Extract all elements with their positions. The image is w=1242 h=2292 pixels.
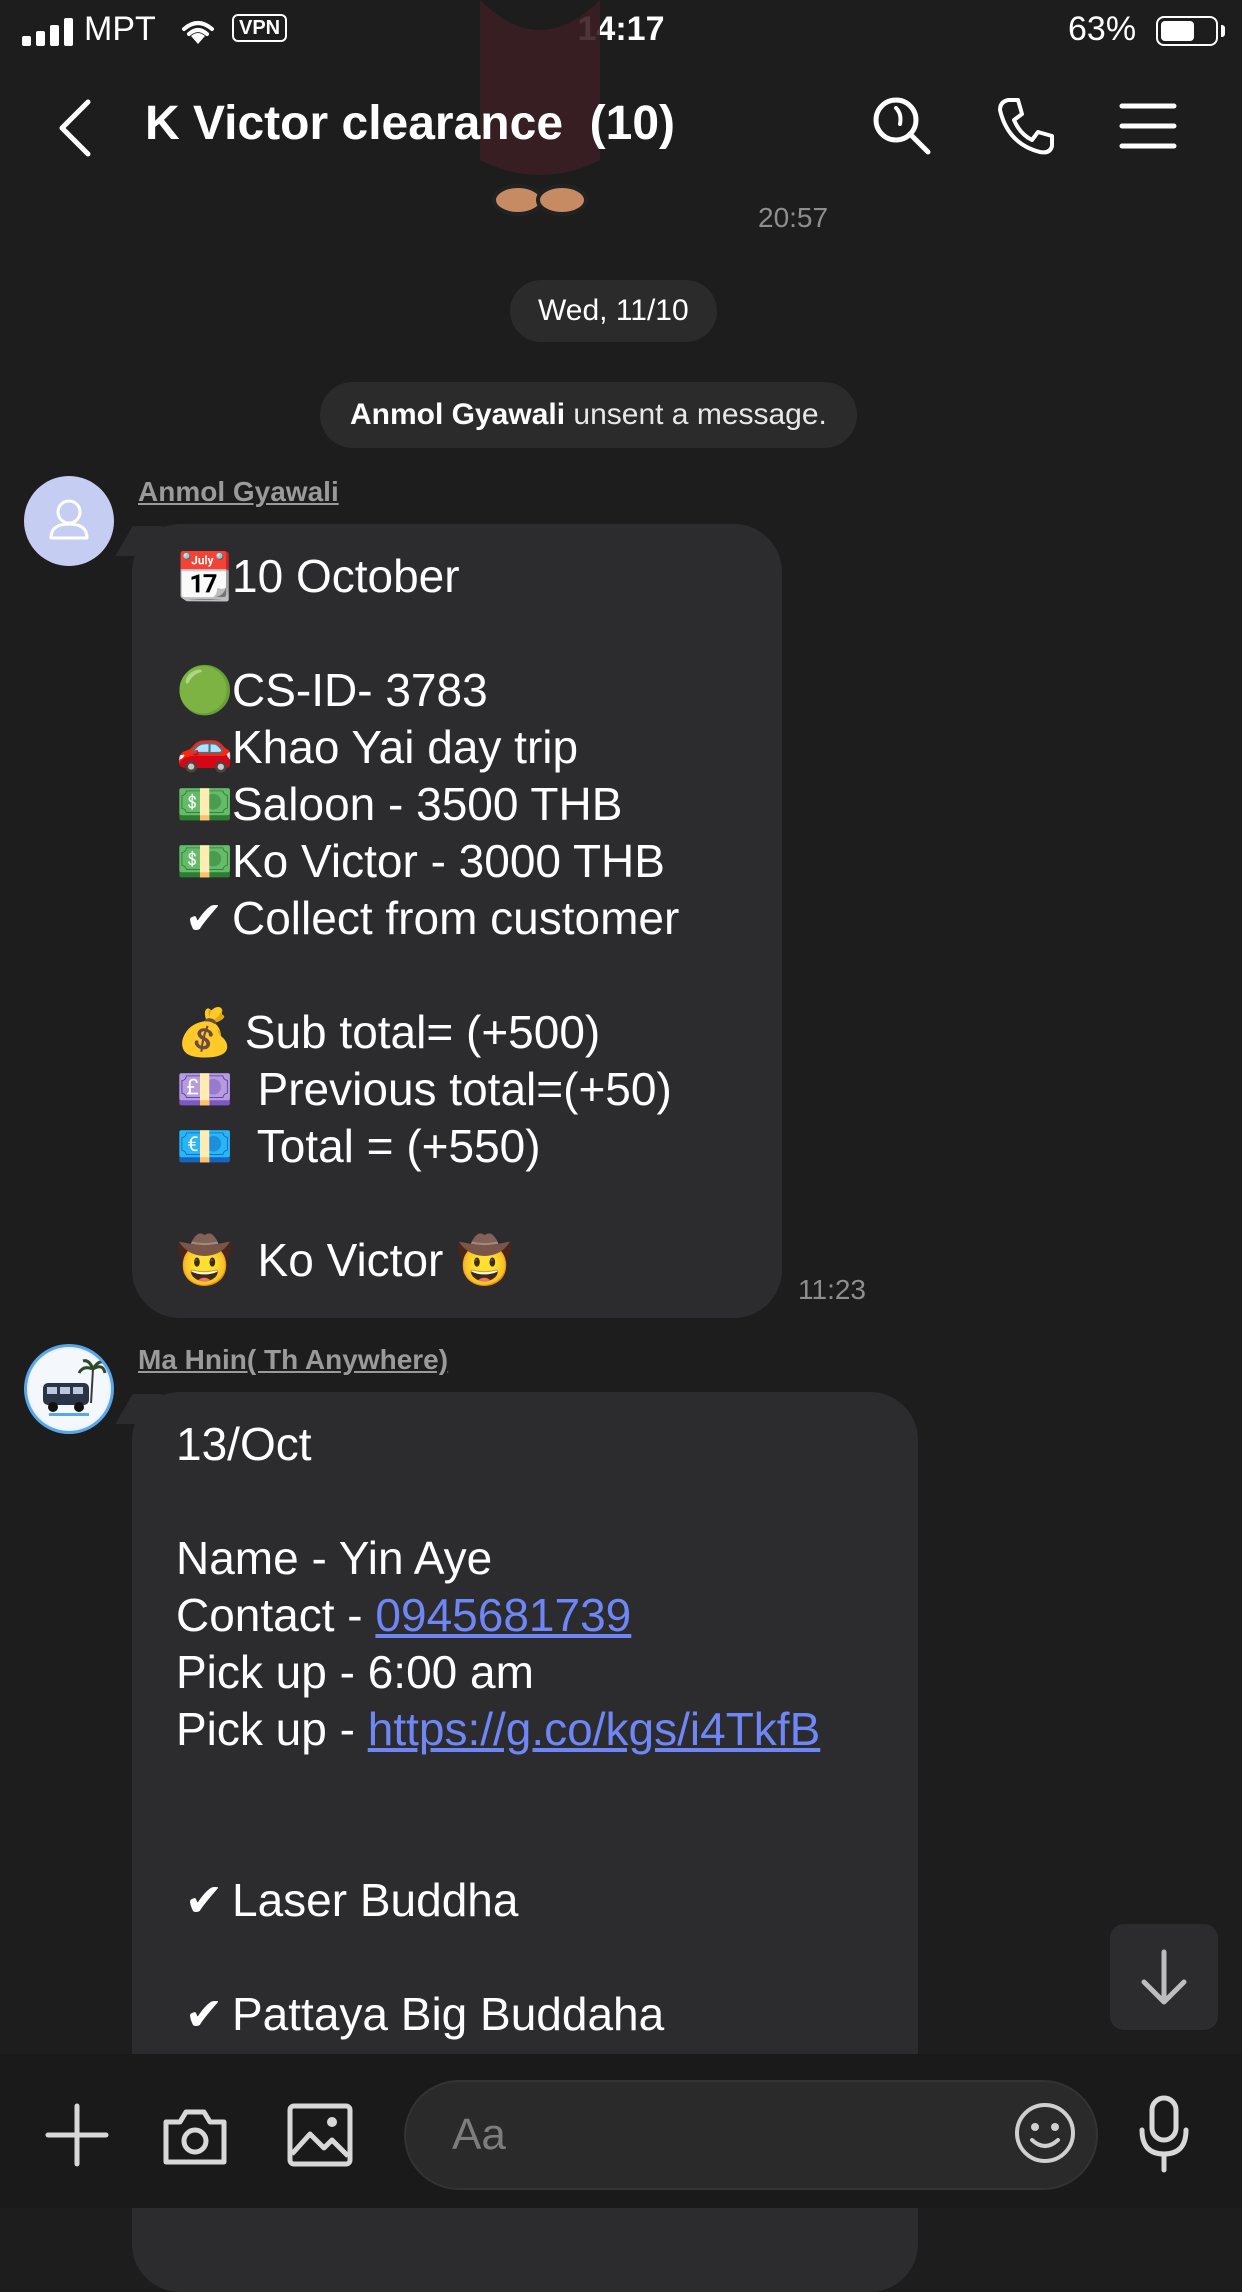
battery-cap xyxy=(1221,25,1225,37)
message-line-text: 10 October xyxy=(232,550,460,602)
message-line: 💵Saloon - 3500 THB xyxy=(176,776,679,833)
menu-icon[interactable] xyxy=(1116,94,1180,158)
phone-icon[interactable] xyxy=(994,94,1058,158)
emoji-icon: 🤠 xyxy=(176,1233,234,1287)
emoji-icon: ✔ xyxy=(184,891,224,945)
message-line: ✔ Collect from customer xyxy=(176,890,680,947)
smiley-icon[interactable] xyxy=(1012,2100,1078,2166)
emoji-icon: ✔ xyxy=(184,1873,224,1927)
message-line: ✔ Laser Buddha xyxy=(176,1872,820,1929)
message-line-text: Name - Yin Aye xyxy=(176,1532,493,1584)
image-icon[interactable] xyxy=(286,2102,354,2168)
message-line: Pick up - 6:00 am xyxy=(176,1644,820,1701)
camera-icon[interactable] xyxy=(160,2104,230,2168)
emoji-icon: ✔ xyxy=(184,1987,224,2041)
message-line: ✔ Pattaya Big Buddaha xyxy=(176,1986,820,2043)
message-line xyxy=(176,1929,820,1986)
message-line-text: 13/Oct xyxy=(176,1418,312,1470)
microphone-icon[interactable] xyxy=(1136,2094,1192,2174)
emoji-icon: 💵 xyxy=(176,834,234,888)
battery-icon xyxy=(1156,16,1218,46)
message-line: 💶 Total = (+550) xyxy=(176,1118,679,1175)
message-line: 💵Ko Victor - 3000 THB xyxy=(176,833,679,890)
message-line-text xyxy=(176,1475,189,1527)
message-line-text xyxy=(176,949,189,1001)
status-bar: MPT VPN 14:17 63% xyxy=(0,0,1242,62)
message-line: Name - Yin Aye xyxy=(176,1530,820,1587)
message-line-text xyxy=(176,1817,189,1869)
message-line: 💷 Previous total=(+50) xyxy=(176,1061,679,1118)
message-line-text: Pattaya Big Buddaha xyxy=(232,1988,665,2040)
plus-icon[interactable] xyxy=(42,2100,112,2170)
message-line xyxy=(176,1815,820,1872)
message-line-text: Contact - xyxy=(176,1589,376,1641)
message-time: 11:23 xyxy=(798,1274,866,1305)
message-line-text: Ko Victor - 3000 THB xyxy=(232,835,665,887)
message-line-text: Laser Buddha xyxy=(232,1874,519,1926)
message-line: 📆10 October xyxy=(176,548,679,605)
message-line: 🤠 Ko Victor 🤠 xyxy=(176,1232,679,1289)
avatar[interactable] xyxy=(24,1344,114,1434)
message-link[interactable]: 0945681739 xyxy=(375,1589,631,1641)
system-message-name[interactable]: Anmol Gyawali xyxy=(350,398,565,431)
date-divider: Wed, 11/10 xyxy=(510,280,717,342)
message-line-text: CS-ID- 3783 xyxy=(232,664,488,716)
message-line xyxy=(176,1175,679,1232)
message-line-text xyxy=(176,1177,189,1229)
emoji-icon: 💶 xyxy=(176,1119,234,1173)
emoji-icon: 💵 xyxy=(176,777,234,831)
emoji-icon: 🟢 xyxy=(176,663,234,717)
status-time: 14:17 xyxy=(577,10,665,48)
sender-name[interactable]: Ma Hnin( Th Anywhere) xyxy=(138,1344,448,1376)
message-line: 13/Oct xyxy=(176,1416,820,1473)
message-line-text: Saloon - 3500 THB xyxy=(232,778,623,830)
message-line-text: Total = (+550) xyxy=(232,1120,541,1172)
message-text: 13/Oct Name - Yin Aye Contact - 094568173… xyxy=(176,1416,820,2043)
search-icon[interactable] xyxy=(870,94,934,158)
message-line xyxy=(176,1758,820,1815)
message-line-text xyxy=(176,1760,189,1812)
message-line-text: Pick up - 6:00 am xyxy=(176,1646,534,1698)
message-line: 🚗Khao Yai day trip xyxy=(176,719,679,776)
emoji-icon: 💷 xyxy=(176,1062,234,1116)
message-link[interactable]: https://g.co/kgs/i4TkfB xyxy=(368,1703,821,1755)
arrow-down-icon xyxy=(1141,1949,1187,2005)
sender-name[interactable]: Anmol Gyawali xyxy=(138,476,339,508)
message-input[interactable] xyxy=(404,2080,1098,2190)
message-line-text: Pick up - xyxy=(176,1703,368,1755)
message-line-text: Ko Victor 🤠 xyxy=(232,1234,514,1286)
user-placeholder-icon xyxy=(49,499,89,540)
message-line-text: Khao Yai day trip xyxy=(232,721,579,773)
emoji-icon: 🚗 xyxy=(176,720,234,774)
system-message-text: unsent a message. xyxy=(565,398,827,431)
message-line xyxy=(176,1473,820,1530)
message-line xyxy=(176,947,679,1004)
chat-title[interactable]: K Victor clearance (10) xyxy=(145,96,675,151)
message-line: Contact - 0945681739 xyxy=(176,1587,820,1644)
message-line-text: Collect from customer xyxy=(232,892,680,944)
emoji-icon: 💰 xyxy=(176,1005,234,1059)
message-line: 💰 Sub total= (+500) xyxy=(176,1004,679,1061)
emoji-icon: 📆 xyxy=(176,549,234,603)
message-line: 🟢CS-ID- 3783 xyxy=(176,662,679,719)
scroll-to-bottom-button[interactable] xyxy=(1110,1924,1218,2030)
message-time: 20:57 xyxy=(758,202,829,233)
avatar[interactable] xyxy=(24,476,114,566)
message-line-text: Previous total=(+50) xyxy=(232,1063,672,1115)
message-input-placeholder: Aa xyxy=(452,2110,506,2159)
message-line-text xyxy=(176,1931,189,1983)
chevron-left-icon[interactable] xyxy=(56,98,96,158)
message-text: 📆10 October 🟢CS-ID- 3783 🚗Khao Yai day tr… xyxy=(176,548,679,1289)
message-line-text: Sub total= (+500) xyxy=(232,1006,601,1058)
message-line-text xyxy=(176,607,189,659)
message-line xyxy=(176,605,679,662)
company-logo-icon xyxy=(29,1349,109,1429)
battery-percent: 63% xyxy=(1068,10,1137,48)
message-line: Pick up - https://g.co/kgs/i4TkfB xyxy=(176,1701,820,1758)
system-message: Anmol Gyawali unsent a message. xyxy=(320,382,857,448)
